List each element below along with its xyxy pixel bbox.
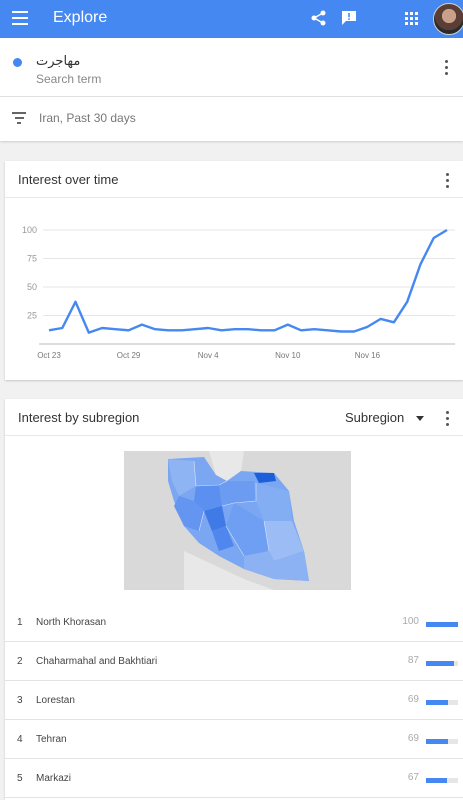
interest-value: 67: [407, 772, 419, 783]
avatar[interactable]: [433, 3, 463, 35]
menu-icon[interactable]: [12, 11, 28, 25]
interest-bar-fill: [426, 739, 449, 744]
interest-bar: [426, 778, 458, 783]
x-tick-label: Nov 10: [275, 351, 301, 360]
more-options-icon[interactable]: [446, 173, 450, 189]
y-tick-label: 100: [22, 225, 37, 235]
more-options-icon[interactable]: [445, 60, 449, 76]
rank-number: 3: [17, 695, 23, 706]
subregion-name: Tehran: [36, 734, 67, 745]
rank-number: 2: [17, 656, 23, 667]
interest-value: 69: [407, 733, 419, 744]
subregion-dropdown[interactable]: Subregion: [345, 410, 404, 425]
card-title: Interest by subregion: [18, 410, 140, 425]
interest-bar: [426, 622, 458, 627]
more-options-icon[interactable]: [446, 411, 450, 427]
y-tick-label: 75: [27, 254, 37, 264]
search-term-card[interactable]: مهاجرت Search term: [0, 38, 463, 97]
interest-bar-fill: [426, 778, 448, 783]
subregion-row[interactable]: 4 Tehran 69: [5, 720, 463, 759]
series-line: [48, 228, 448, 334]
interest-bar-fill: [426, 622, 458, 627]
interest-by-subregion-card: Interest by subregion Subregion 1 North …: [5, 399, 463, 800]
y-tick-label: 25: [27, 311, 37, 321]
interest-value: 69: [407, 694, 419, 705]
interest-bar: [426, 661, 458, 666]
filter-icon: [12, 112, 26, 124]
card-header: Interest by subregion Subregion: [5, 399, 463, 436]
card-title: Interest over time: [18, 172, 119, 187]
app-bar: Explore: [0, 0, 463, 38]
interest-bar: [426, 739, 458, 744]
interest-over-time-card: Interest over time 100 75 50 25 Oct 23 Oct 29…: [5, 161, 463, 380]
interest-bar: [426, 700, 458, 705]
y-tick-label: 50: [27, 282, 37, 292]
interest-bar-fill: [426, 700, 449, 705]
x-tick-label: Oct 23: [37, 351, 61, 360]
subregion-name: Chaharmahal and Bakhtiari: [36, 656, 158, 667]
interest-line-chart: 100 75 50 25 Oct 23 Oct 29 Nov 4 Nov 10 Nov 16: [22, 225, 455, 360]
feedback-icon[interactable]: [340, 9, 358, 32]
x-tick-label: Oct 29: [117, 351, 141, 360]
subregion-row[interactable]: 5 Markazi 67: [5, 759, 463, 798]
rank-number: 1: [17, 617, 23, 628]
share-icon[interactable]: [310, 9, 328, 32]
filter-label: Iran, Past 30 days: [39, 111, 136, 125]
rank-number: 4: [17, 734, 23, 745]
filter-row[interactable]: Iran, Past 30 days: [0, 97, 463, 141]
x-tick-label: Nov 4: [198, 351, 219, 360]
subregion-map[interactable]: [124, 451, 351, 590]
app-title: Explore: [53, 9, 108, 26]
rank-number: 5: [17, 773, 23, 784]
interest-value: 87: [407, 655, 419, 666]
interest-bar-fill: [426, 661, 454, 666]
series-color-dot: [13, 58, 22, 67]
chevron-down-icon[interactable]: [416, 416, 424, 421]
subregion-ranking-list: 1 North Khorasan 100 2 Chaharmahal and Bakht…: [5, 603, 463, 798]
subregion-row[interactable]: 2 Chaharmahal and Bakhtiari 87: [5, 642, 463, 681]
apps-icon[interactable]: [405, 12, 419, 26]
subregion-row[interactable]: 1 North Khorasan 100: [5, 603, 463, 642]
interest-value: 100: [402, 616, 419, 627]
search-term-text: مهاجرت: [36, 53, 81, 68]
subregion-row[interactable]: 3 Lorestan 69: [5, 681, 463, 720]
subregion-name: North Khorasan: [36, 617, 107, 628]
subregion-name: Lorestan: [36, 695, 75, 706]
subregion-name: Markazi: [36, 773, 72, 784]
search-term-type: Search term: [36, 72, 102, 86]
card-header: Interest over time: [5, 161, 463, 198]
x-tick-label: Nov 16: [355, 351, 381, 360]
